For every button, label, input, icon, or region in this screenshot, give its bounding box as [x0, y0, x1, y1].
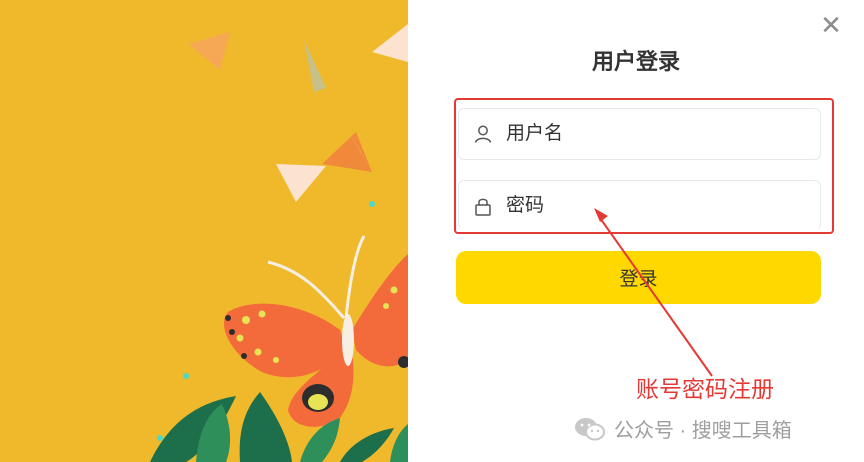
butterfly-illustration	[150, 24, 408, 462]
login-panel: ✕ 用户登录 登录 账号密码注册	[408, 0, 864, 462]
password-input[interactable]	[506, 194, 786, 217]
annotation-label: 账号密码注册	[636, 376, 774, 402]
lock-icon	[472, 195, 494, 217]
user-icon	[472, 123, 494, 145]
page-title: 用户登录	[591, 49, 680, 74]
username-input[interactable]	[506, 123, 786, 145]
password-field[interactable]	[458, 180, 821, 230]
login-button[interactable]: 登录	[456, 251, 821, 304]
wechat-icon	[574, 416, 606, 442]
illustration-panel	[0, 0, 408, 462]
watermark-text: 公众号 · 搜嗖工具箱	[614, 420, 792, 442]
watermark: 公众号 · 搜嗖工具箱	[574, 414, 792, 443]
close-icon[interactable]: ✕	[818, 12, 844, 38]
username-field[interactable]	[458, 108, 821, 160]
